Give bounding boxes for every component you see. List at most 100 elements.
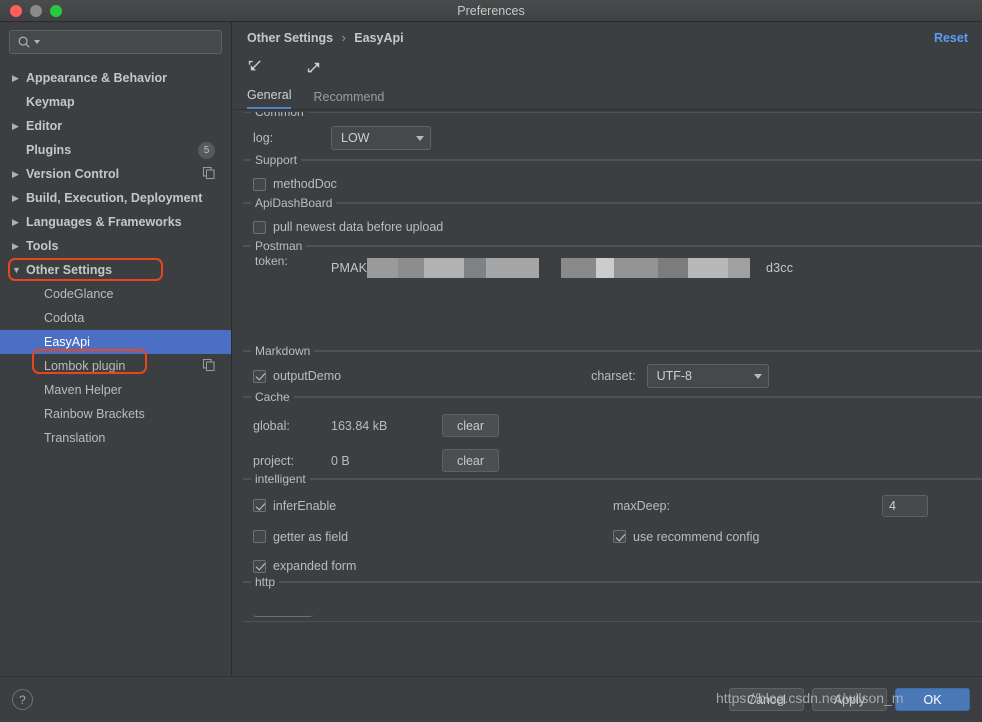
infer-enable-checkbox[interactable]: inferEnable [253, 499, 613, 513]
breadcrumb-current: EasyApi [354, 31, 404, 45]
section-http: http [243, 575, 982, 622]
breadcrumb-parent[interactable]: Other Settings [247, 31, 333, 45]
method-doc-checkbox[interactable]: methodDoc [253, 177, 337, 191]
export-icon[interactable] [306, 59, 323, 79]
dialog-footer: ? Cancel Apply OK [0, 676, 982, 722]
sidebar-item-label: Build, Execution, Deployment [26, 191, 203, 205]
output-demo-checkbox[interactable]: outputDemo [253, 369, 341, 383]
cancel-button[interactable]: Cancel [729, 688, 804, 711]
log-level-select[interactable]: LOW [331, 126, 431, 150]
chevron-right-icon[interactable]: ▶ [12, 73, 26, 83]
import-icon[interactable] [247, 59, 264, 79]
postman-token-prefix: PMAK [331, 261, 368, 275]
charset-select[interactable]: UTF-8 [646, 364, 769, 388]
sidebar-item-codota[interactable]: Codota [0, 306, 231, 330]
sidebar-item-label: CodeGlance [44, 287, 114, 301]
chevron-right-icon[interactable]: ▶ [12, 217, 26, 227]
tab-recommend[interactable]: Recommend [313, 90, 384, 109]
sidebar-item-languages-frameworks[interactable]: ▶ Languages & Frameworks [0, 210, 231, 234]
breadcrumb: Other Settings › EasyApi Reset [233, 22, 982, 54]
getter-as-field-checkbox[interactable]: getter as field [253, 530, 613, 544]
section-markdown: Markdown outputDemo charset: UTF-8 [243, 344, 982, 397]
section-postman: Postman token: PMAK d3cc [243, 239, 982, 351]
log-level-value: LOW [341, 131, 370, 145]
sidebar-item-label: Plugins [26, 143, 72, 157]
ok-button[interactable]: OK [895, 688, 970, 711]
sidebar-item-lombok-plugin[interactable]: Lombok plugin [0, 354, 231, 378]
clear-project-cache-button[interactable]: clear [442, 449, 499, 472]
sidebar-item-easyapi[interactable]: EasyApi [0, 330, 231, 354]
window-title: Preferences [457, 3, 525, 18]
section-markdown-title: Markdown [251, 344, 315, 358]
copy-icon[interactable] [203, 358, 215, 374]
section-intelligent: intelligent inferEnable maxDeep: 4 gette… [243, 472, 982, 582]
chevron-down-icon [753, 373, 762, 379]
pull-newest-data-label: pull newest data before upload [273, 220, 444, 234]
sidebar-item-label: Lombok plugin [44, 359, 126, 373]
cache-global-value: 163.84 kB [331, 418, 388, 433]
breadcrumb-path: Other Settings › EasyApi [247, 31, 404, 45]
cache-project-label: project: [253, 453, 294, 468]
clear-global-cache-button[interactable]: clear [442, 414, 499, 437]
max-deep-input[interactable]: 4 [881, 494, 928, 517]
section-common: Common log: LOW [243, 112, 982, 160]
sidebar-item-appearance-behavior[interactable]: ▶ Appearance & Behavior [0, 66, 231, 90]
sidebar-item-label: Rainbow Brackets [44, 407, 145, 421]
sidebar-item-tools[interactable]: ▶ Tools [0, 234, 231, 258]
section-apidashboard: ApiDashBoard pull newest data before upl… [243, 196, 982, 246]
title-bar: Preferences [0, 0, 982, 22]
sidebar-item-other-settings[interactable]: ▼ Other Settings [0, 258, 231, 282]
expanded-form-checkbox-box [253, 559, 266, 573]
http-field[interactable] [253, 599, 313, 617]
chevron-right-icon[interactable]: ▶ [12, 241, 26, 251]
postman-token-redacted-value [367, 258, 750, 278]
section-cache-title: Cache [251, 390, 294, 404]
sidebar-item-label: Other Settings [26, 263, 113, 277]
output-demo-label: outputDemo [273, 369, 342, 383]
settings-tree: ▶ Appearance & Behavior Keymap ▶ Editor Plugi… [0, 66, 231, 450]
sidebar-item-label: Keymap [26, 95, 75, 109]
sidebar-item-plugins[interactable]: Plugins 5 [0, 138, 231, 162]
chevron-down-icon[interactable]: ▼ [12, 265, 26, 275]
sidebar-item-editor[interactable]: ▶ Editor [0, 114, 231, 138]
sidebar-item-label: Translation [44, 431, 106, 445]
sidebar-item-keymap[interactable]: Keymap [0, 90, 231, 114]
sidebar-item-rainbow-brackets[interactable]: Rainbow Brackets [0, 402, 231, 426]
chevron-right-icon[interactable]: ▶ [12, 121, 26, 131]
max-deep-label: maxDeep: [613, 498, 670, 513]
use-recommend-config-checkbox[interactable]: use recommend config [613, 530, 759, 544]
use-recommend-config-label: use recommend config [633, 529, 760, 544]
reset-link[interactable]: Reset [934, 31, 968, 45]
copy-icon[interactable] [203, 166, 215, 182]
search-icon [18, 36, 30, 48]
toolbar [233, 54, 982, 84]
settings-content: Other Settings › EasyApi Reset General R… [233, 22, 982, 676]
postman-token-suffix: d3cc [765, 261, 794, 275]
cache-global-label: global: [253, 418, 290, 433]
section-postman-title: Postman token: [251, 239, 307, 269]
sidebar-item-translation[interactable]: Translation [0, 426, 231, 450]
pull-newest-data-checkbox[interactable]: pull newest data before upload [253, 220, 443, 234]
expanded-form-checkbox[interactable]: expanded form [253, 559, 356, 573]
sidebar-item-version-control[interactable]: ▶ Version Control [0, 162, 231, 186]
postman-title-line1: Postman [255, 239, 303, 253]
log-label: log: [253, 131, 274, 145]
postman-token-field[interactable]: PMAK d3cc [253, 253, 972, 283]
search-input[interactable] [9, 30, 222, 54]
method-doc-label: methodDoc [273, 177, 337, 191]
sidebar-item-maven-helper[interactable]: Maven Helper [0, 378, 231, 402]
sidebar-item-label: EasyApi [44, 335, 90, 349]
search-container [0, 30, 231, 60]
method-doc-checkbox-box [253, 177, 266, 191]
footer-buttons: Cancel Apply OK [729, 688, 970, 711]
search-chevron-down-icon[interactable] [34, 40, 40, 44]
sidebar-item-codeglance[interactable]: CodeGlance [0, 282, 231, 306]
sidebar-item-build-execution-deployment[interactable]: ▶ Build, Execution, Deployment [0, 186, 231, 210]
infer-enable-label: inferEnable [273, 498, 337, 513]
tab-general[interactable]: General [247, 88, 292, 109]
apply-button[interactable]: Apply [812, 688, 887, 711]
chevron-right-icon[interactable]: ▶ [12, 193, 26, 203]
help-button[interactable]: ? [12, 689, 33, 710]
chevron-right-icon[interactable]: ▶ [12, 169, 26, 179]
use-recommend-config-checkbox-box [613, 530, 626, 543]
